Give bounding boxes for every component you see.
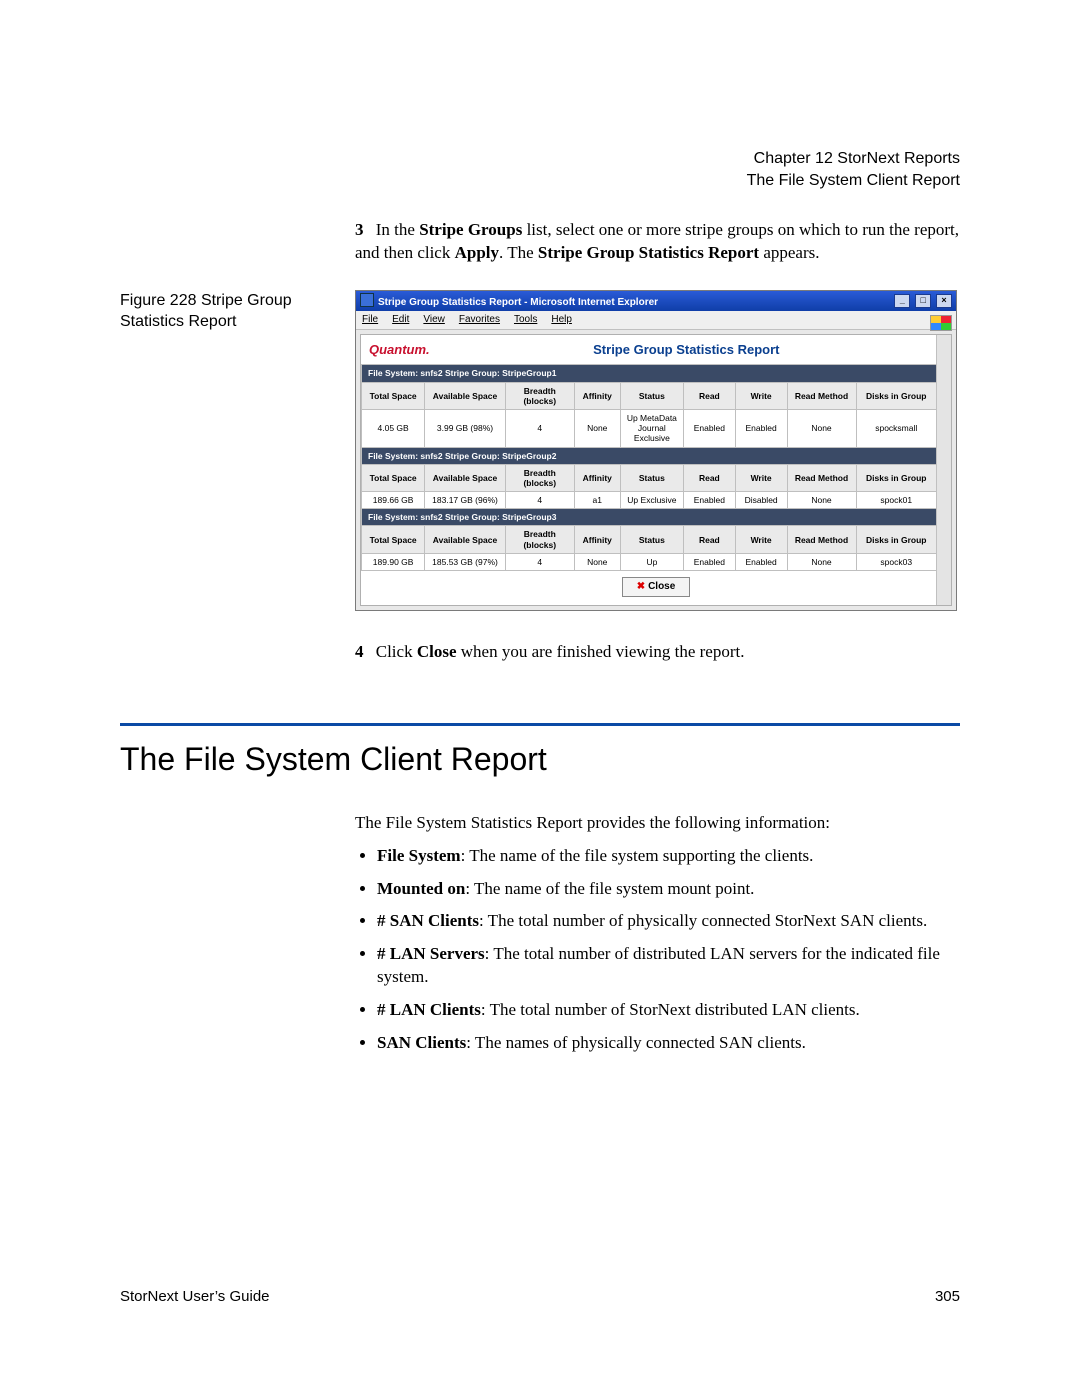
menu-help[interactable]: Help bbox=[551, 313, 572, 327]
page-header: Chapter 12 StorNext Reports The File Sys… bbox=[747, 148, 960, 191]
minimize-icon[interactable]: _ bbox=[894, 294, 910, 308]
report-pane: Quantum. Stripe Group Statistics Report … bbox=[360, 334, 952, 606]
footer-title: StorNext User’s Guide bbox=[120, 1287, 270, 1307]
step-4: 4 Click Close when you are finished view… bbox=[355, 641, 960, 664]
section-line: The File System Client Report bbox=[747, 170, 960, 192]
col-write: Write bbox=[735, 382, 787, 409]
list-item: # LAN Clients: The total number of StorN… bbox=[377, 999, 960, 1022]
list-item: # LAN Servers: The total number of distr… bbox=[377, 943, 960, 989]
col-affinity: Affinity bbox=[574, 382, 620, 409]
section-header: File System: snfs2 Stripe Group: StripeG… bbox=[362, 447, 937, 464]
col-status: Status bbox=[620, 382, 683, 409]
list-item: Mounted on: The name of the file system … bbox=[377, 878, 960, 901]
section-divider bbox=[120, 723, 960, 726]
section-header: File System: snfs2 Stripe Group: StripeG… bbox=[362, 509, 937, 526]
table-row: 189.90 GB185.53 GB (97%) 4None UpEnabled… bbox=[362, 553, 937, 570]
browser-window: Stripe Group Statistics Report - Microso… bbox=[355, 290, 957, 611]
windows-flag-icon bbox=[930, 315, 952, 331]
step-number: 4 bbox=[355, 642, 372, 661]
chapter-line: Chapter 12 StorNext Reports bbox=[747, 148, 960, 170]
maximize-icon[interactable]: □ bbox=[915, 294, 931, 308]
page-title: The File System Client Report bbox=[120, 738, 960, 781]
page-number: 305 bbox=[935, 1287, 960, 1307]
col-total-space: Total Space bbox=[362, 382, 425, 409]
close-icon[interactable]: × bbox=[936, 294, 952, 308]
window-titlebar: Stripe Group Statistics Report - Microso… bbox=[356, 291, 956, 312]
col-disks: Disks in Group bbox=[856, 382, 937, 409]
ie-icon bbox=[360, 293, 374, 307]
report-table: File System: snfs2 Stripe Group: StripeG… bbox=[361, 364, 937, 571]
menu-bar[interactable]: File Edit View Favorites Tools Help bbox=[356, 311, 956, 330]
menu-favorites[interactable]: Favorites bbox=[459, 313, 500, 327]
figure-caption: Figure 228 Stripe Group Statistics Repor… bbox=[120, 290, 355, 333]
report-title: Stripe Group Statistics Report bbox=[430, 341, 943, 359]
col-breadth: Breadth (blocks) bbox=[505, 382, 574, 409]
step-number: 3 bbox=[355, 220, 372, 239]
col-read: Read bbox=[684, 382, 736, 409]
menu-tools[interactable]: Tools bbox=[514, 313, 537, 327]
table-row: 189.66 GB183.17 GB (96%) 4a1 Up Exclusiv… bbox=[362, 492, 937, 509]
menu-view[interactable]: View bbox=[423, 313, 445, 327]
page-footer: StorNext User’s Guide 305 bbox=[120, 1287, 960, 1307]
col-read-method: Read Method bbox=[787, 382, 856, 409]
step-3: 3 In the Stripe Groups list, select one … bbox=[355, 219, 960, 265]
list-item: # SAN Clients: The total number of physi… bbox=[377, 910, 960, 933]
intro-text: The File System Statistics Report provid… bbox=[355, 812, 960, 835]
x-icon: ✖ bbox=[637, 581, 645, 592]
info-list: File System: The name of the file system… bbox=[355, 845, 960, 1056]
list-item: File System: The name of the file system… bbox=[377, 845, 960, 868]
menu-file[interactable]: File bbox=[362, 313, 378, 327]
close-button[interactable]: ✖Close bbox=[622, 577, 691, 597]
list-item: SAN Clients: The names of physically con… bbox=[377, 1032, 960, 1055]
section-header: File System: snfs2 Stripe Group: StripeG… bbox=[362, 365, 937, 382]
brand-logo: Quantum. bbox=[369, 341, 430, 359]
table-row: 4.05 GB 3.99 GB (98%) 4 None Up MetaData… bbox=[362, 409, 937, 447]
scrollbar[interactable] bbox=[936, 335, 951, 605]
menu-edit[interactable]: Edit bbox=[392, 313, 409, 327]
col-available-space: Available Space bbox=[425, 382, 506, 409]
window-controls[interactable]: _ □ × bbox=[892, 294, 952, 308]
